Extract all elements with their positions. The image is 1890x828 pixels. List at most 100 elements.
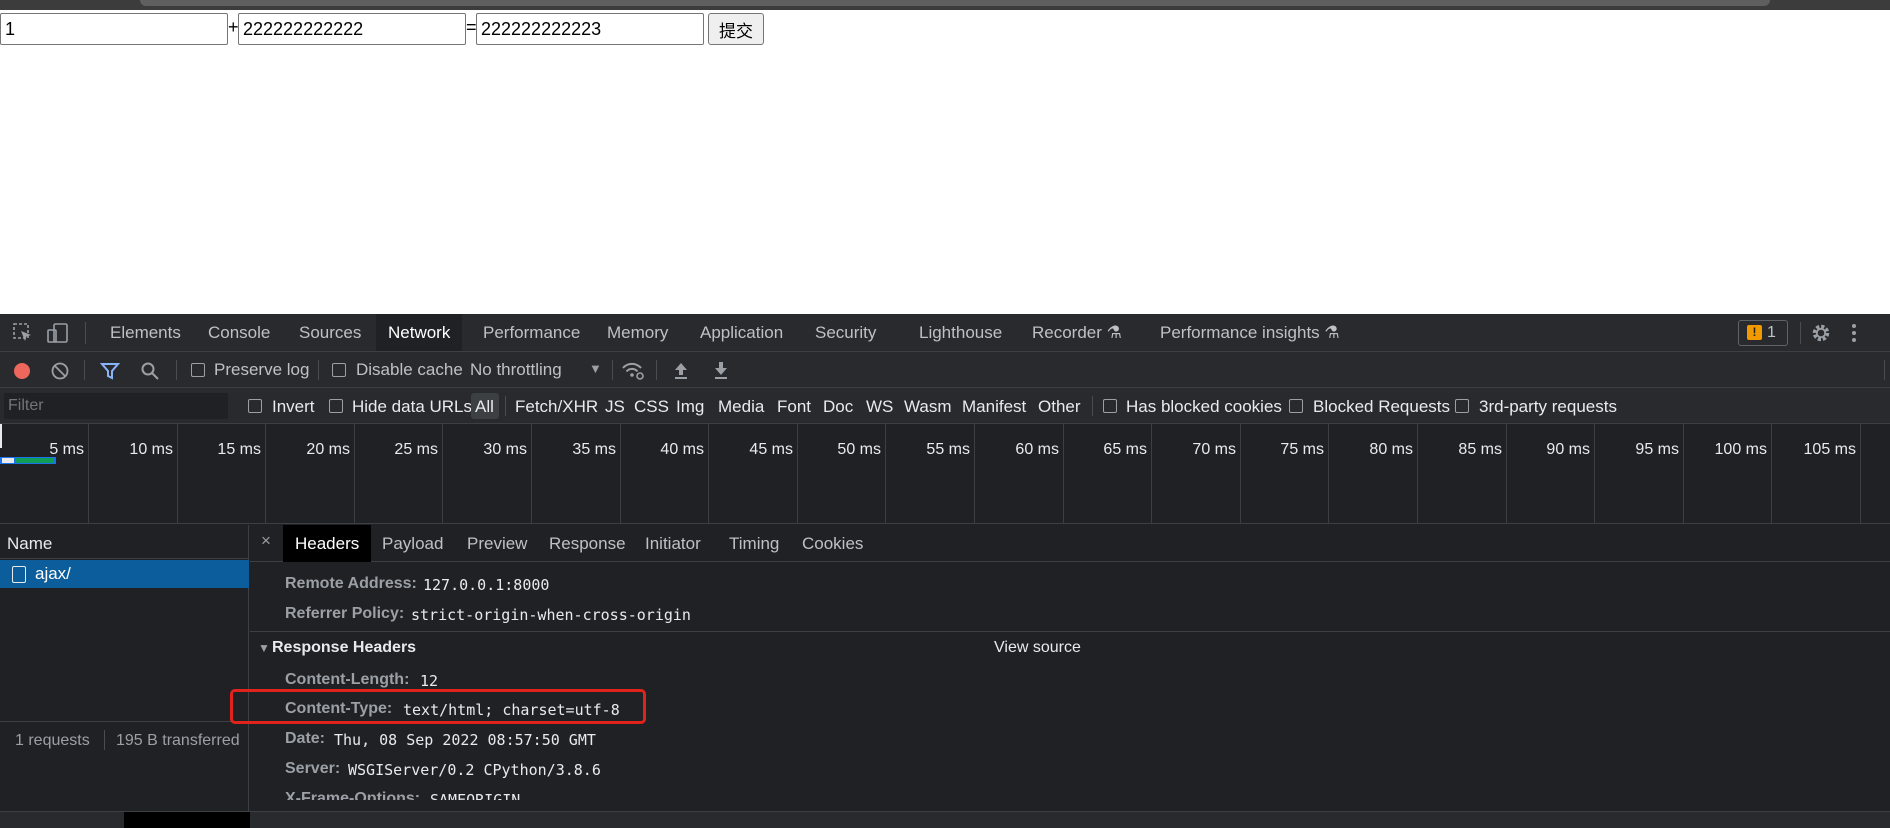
third-party-checkbox[interactable] (1455, 399, 1469, 413)
header-key: X-Frame-Options: (285, 790, 421, 800)
tab-performance-insights[interactable]: Performance insights ⚗ (1148, 314, 1352, 351)
detail-tab-preview[interactable]: Preview (455, 525, 539, 562)
tab-memory[interactable]: Memory (595, 314, 680, 351)
referrer-policy-value: strict-origin-when-cross-origin (411, 606, 691, 624)
header-value: text/html; charset=utf-8 (403, 701, 620, 719)
has-blocked-cookies-label: Has blocked cookies (1126, 397, 1282, 416)
gear-icon[interactable] (1810, 322, 1832, 349)
type-filter-js[interactable]: JS (605, 397, 625, 417)
tab-application[interactable]: Application (688, 314, 795, 351)
preserve-log-label: Preserve log (214, 360, 310, 379)
separator (505, 396, 506, 416)
result-input[interactable] (476, 13, 704, 45)
tab-performance[interactable]: Performance (471, 314, 592, 351)
issues-badge[interactable]: ! 1 (1738, 320, 1788, 346)
network-conditions-icon[interactable] (620, 359, 646, 386)
detail-tab-headers[interactable]: Headers (283, 525, 372, 562)
timeline-overview[interactable]: 5 ms 10 ms 15 ms 20 ms 25 ms 30 ms 35 ms 40 ms 4… (0, 424, 1890, 524)
detail-tab-timing[interactable]: Timing (717, 525, 791, 562)
type-filter-img[interactable]: Img (676, 397, 704, 417)
detail-tab-initiator[interactable]: Initiator (633, 525, 713, 562)
record-icon[interactable] (12, 361, 32, 386)
blocked-requests-label: Blocked Requests (1313, 397, 1451, 416)
request-list: Name ajax/ 1 requests 195 B transferred (0, 525, 249, 828)
request-list-header[interactable]: Name (0, 525, 249, 559)
detail-tab-payload[interactable]: Payload (370, 525, 455, 562)
type-filter-doc[interactable]: Doc (823, 397, 853, 417)
view-source-link[interactable]: View source (994, 639, 1081, 657)
addend-2-input[interactable] (238, 13, 466, 45)
devtools-panel: Elements Console Sources Network Perform… (0, 314, 1890, 828)
network-toolbar: Preserve log Disable cache No throttling… (0, 352, 1890, 388)
detail-tab-cookies[interactable]: Cookies (790, 525, 875, 562)
flask-icon: ⚗ (1106, 323, 1122, 342)
timeline-cursor (0, 424, 2, 448)
timeline-tick-label: 55 ms (926, 441, 970, 458)
issues-count: 1 (1767, 324, 1776, 341)
download-icon[interactable] (712, 360, 730, 385)
request-row-ajax[interactable]: ajax/ (0, 560, 249, 588)
drawer-tab-strip (0, 811, 1890, 828)
timeline-download-bar (16, 458, 54, 463)
tab-strip (140, 0, 1770, 6)
timeline-gridline (1063, 424, 1064, 524)
remote-address-key: Remote Address: (285, 575, 417, 592)
filter-input[interactable] (4, 393, 228, 419)
device-toolbar-icon[interactable] (46, 322, 70, 349)
page-content: + = 提交 (0, 10, 1890, 314)
type-filter-font[interactable]: Font (777, 397, 811, 417)
timeline-tick-label: 35 ms (572, 441, 616, 458)
timeline-gridline (885, 424, 886, 524)
drawer-active-tab[interactable] (124, 812, 250, 828)
detail-tab-response[interactable]: Response (537, 525, 638, 562)
tab-security[interactable]: Security (803, 314, 888, 351)
timeline-gridline (1506, 424, 1507, 524)
tab-lighthouse[interactable]: Lighthouse (907, 314, 1014, 351)
hide-data-urls-label: Hide data URLs (352, 397, 473, 416)
invert-checkbox[interactable] (248, 399, 262, 413)
request-name: ajax/ (35, 564, 71, 583)
disable-cache-checkbox[interactable] (332, 363, 346, 377)
close-icon[interactable]: × (261, 531, 271, 551)
type-filter-all[interactable]: All (475, 397, 494, 417)
tab-recorder[interactable]: Recorder ⚗ (1020, 314, 1134, 351)
tab-network[interactable]: Network (376, 314, 463, 351)
timeline-tick-label: 80 ms (1369, 441, 1413, 458)
filter-icon[interactable] (99, 361, 121, 386)
has-blocked-cookies-checkbox[interactable] (1103, 399, 1117, 413)
type-filter-manifest[interactable]: Manifest (962, 397, 1026, 417)
more-options-icon[interactable] (1850, 322, 1858, 349)
tab-elements[interactable]: Elements (98, 314, 193, 351)
filter-bar: Invert Hide data URLs All Fetch/XHR JS C… (0, 388, 1890, 424)
tab-sources[interactable]: Sources (287, 314, 373, 351)
throttling-select[interactable]: No throttling (470, 360, 562, 380)
browser-chrome-strip (0, 0, 1890, 10)
preserve-log-checkbox[interactable] (191, 363, 205, 377)
hide-data-urls-checkbox[interactable] (329, 399, 343, 413)
blocked-requests-checkbox[interactable] (1289, 399, 1303, 413)
separator (85, 322, 86, 344)
response-headers-title: Response Headers (272, 639, 417, 656)
type-filter-css[interactable]: CSS (634, 397, 669, 417)
addend-1-input[interactable] (0, 13, 228, 45)
flask-icon: ⚗ (1324, 323, 1340, 342)
type-filter-ws[interactable]: WS (866, 397, 893, 417)
submit-button[interactable]: 提交 (708, 13, 764, 45)
type-filter-other[interactable]: Other (1038, 397, 1081, 417)
document-icon (12, 566, 26, 583)
search-icon[interactable] (140, 361, 160, 386)
timeline-gridline (620, 424, 621, 524)
type-filter-wasm[interactable]: Wasm (904, 397, 952, 417)
header-value: SAMEORIGIN (430, 791, 521, 800)
header-value: Thu, 08 Sep 2022 08:57:50 GMT (334, 731, 596, 749)
upload-icon[interactable] (672, 360, 690, 385)
type-filter-fetch-xhr[interactable]: Fetch/XHR (515, 397, 598, 417)
invert-label: Invert (272, 397, 315, 416)
inspect-element-icon[interactable] (12, 322, 34, 349)
tab-console[interactable]: Console (196, 314, 282, 351)
referrer-policy-key: Referrer Policy: (285, 605, 405, 622)
type-filter-media[interactable]: Media (718, 397, 764, 417)
response-headers-section-header[interactable]: ▼ Response Headers (258, 638, 1358, 664)
clear-icon[interactable] (50, 361, 70, 386)
header-key: Content-Length: (285, 671, 410, 688)
